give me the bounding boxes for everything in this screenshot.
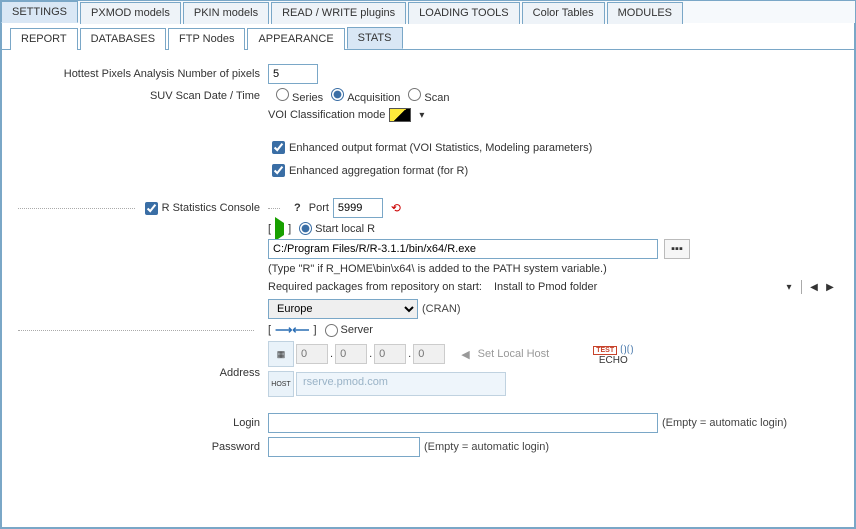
tab-appearance[interactable]: APPEARANCE — [247, 28, 344, 50]
tab-settings[interactable]: SETTINGS — [1, 1, 78, 23]
r-exe-path-input[interactable] — [268, 239, 658, 259]
cran-label: (CRAN) — [422, 303, 461, 315]
tab-databases[interactable]: DATABASES — [80, 28, 166, 50]
install-dropdown-icon[interactable]: ▾ — [781, 279, 797, 295]
suv-radio-series[interactable] — [276, 88, 289, 101]
tab-pkin[interactable]: PKIN models — [183, 2, 269, 24]
port-input[interactable] — [333, 198, 383, 218]
hottest-pixels-label: Hottest Pixels Analysis Number of pixels — [18, 68, 268, 80]
path-hint: (Type "R" if R_HOME\bin\x64\ is added to… — [268, 263, 607, 275]
install-to-label: Install to Pmod folder — [494, 281, 597, 293]
top-tabs: SETTINGS PXMOD models PKIN models READ /… — [1, 1, 855, 23]
sub-tabs: REPORT DATABASES FTP Nodes APPEARANCE ST… — [2, 27, 854, 50]
link-icon[interactable]: ⟶⟵ — [275, 323, 309, 337]
hottest-pixels-input[interactable] — [268, 64, 318, 84]
suv-radio-scan[interactable] — [408, 88, 421, 101]
help-icon[interactable]: ? — [294, 202, 301, 214]
suv-radio-acquisition-wrap[interactable]: Acquisition — [323, 88, 400, 104]
enhanced-output-label: Enhanced output format (VOI Statistics, … — [289, 142, 592, 154]
password-input[interactable] — [268, 437, 420, 457]
enhanced-output-checkbox[interactable] — [272, 141, 285, 154]
suv-label: SUV Scan Date / Time — [18, 90, 268, 102]
hostname-icon[interactable]: HOST — [268, 371, 294, 397]
voi-classification-label: VOI Classification mode — [268, 109, 385, 121]
r-console-label: R Statistics Console — [162, 202, 260, 214]
voi-mode-dropdown-icon[interactable]: ▾ — [419, 110, 424, 121]
login-label: Login — [18, 417, 268, 429]
echo-test-button[interactable]: TEST⟮⟯⟮⟯ ECHO — [593, 343, 633, 366]
stats-panel: Hottest Pixels Analysis Number of pixels… — [2, 50, 854, 471]
tab-modules[interactable]: MODULES — [607, 2, 683, 24]
browse-button[interactable]: ▪▪▪ — [664, 239, 690, 259]
required-pkg-label: Required packages from repository on sta… — [268, 281, 482, 293]
start-local-r-radio[interactable] — [299, 222, 312, 235]
tab-loading-tools[interactable]: LOADING TOOLS — [408, 2, 519, 24]
server-radio[interactable] — [325, 324, 338, 337]
port-label: Port — [309, 202, 329, 214]
tab-rw-plugins[interactable]: READ / WRITE plugins — [271, 2, 406, 24]
tab-pxmod[interactable]: PXMOD models — [80, 2, 181, 24]
start-local-r-label: Start local R — [315, 223, 375, 235]
tab-report[interactable]: REPORT — [10, 28, 78, 50]
next-arrow-icon[interactable]: ▶ — [822, 279, 838, 295]
host-icon[interactable]: ▦ — [268, 341, 294, 367]
play-icon[interactable] — [275, 223, 284, 235]
section-divider — [18, 208, 135, 209]
enhanced-agg-label: Enhanced aggregation format (for R) — [289, 165, 468, 177]
tab-stats[interactable]: STATS — [347, 27, 403, 49]
tab-color-tables[interactable]: Color Tables — [522, 2, 605, 24]
login-hint: (Empty = automatic login) — [662, 417, 787, 429]
suv-radio-acquisition[interactable] — [331, 88, 344, 101]
suv-radio-series-wrap[interactable]: Series — [268, 88, 323, 104]
r-console-checkbox[interactable] — [145, 202, 158, 215]
suv-radio-scan-wrap[interactable]: Scan — [400, 88, 449, 104]
ip-part-3[interactable] — [374, 344, 406, 364]
enhanced-agg-checkbox[interactable] — [272, 164, 285, 177]
password-hint: (Empty = automatic login) — [424, 441, 549, 453]
prev-arrow-icon[interactable]: ◀ — [806, 279, 822, 295]
rserve-host-input[interactable]: rserve.pmod.com — [296, 372, 506, 396]
login-input[interactable] — [268, 413, 658, 433]
address-label: Address — [18, 341, 268, 379]
cran-region-select[interactable]: Europe — [268, 299, 418, 319]
tab-ftp-nodes[interactable]: FTP Nodes — [168, 28, 245, 50]
set-local-host-label[interactable]: Set Local Host — [478, 348, 550, 360]
ip-part-2[interactable] — [335, 344, 367, 364]
voi-color-swatch[interactable] — [389, 108, 411, 122]
ip-part-1[interactable] — [296, 344, 328, 364]
server-label: Server — [341, 324, 373, 336]
ip-part-4[interactable] — [413, 344, 445, 364]
password-label: Password — [18, 441, 268, 453]
refresh-icon[interactable]: ⟲ — [391, 201, 401, 215]
